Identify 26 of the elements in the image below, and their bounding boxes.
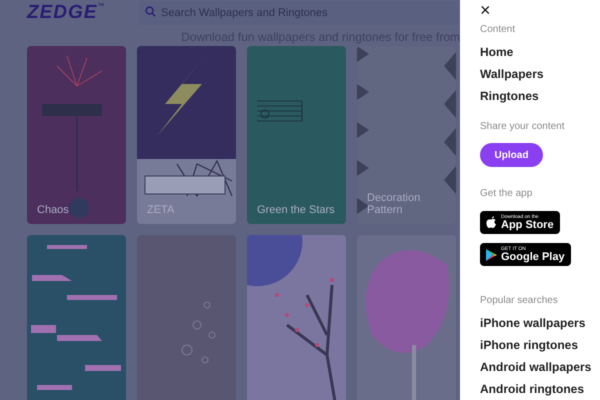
menu-link[interactable]: Home [480,45,514,59]
badge-store-name: App Store [501,220,554,230]
section-heading: Content [480,24,516,36]
bubbles-drawing [182,302,216,364]
wallpaper-card[interactable]: Chaos [27,46,126,224]
wallpaper-title: Decoration Pattern [367,192,422,216]
menu-link[interactable]: Android wallpapers [480,360,592,374]
search-icon [145,6,156,17]
section-heading: Popular searches [480,295,559,307]
apple-icon [486,216,497,229]
wallpaper-card[interactable] [247,235,346,400]
menu-link[interactable]: iPhone wallpapers [480,316,586,330]
menu-link[interactable]: Android ringtones [480,382,584,396]
menu-link[interactable]: Ringtones [480,89,539,103]
wallpaper-title: Green the Stars [257,204,336,216]
music-staff-drawing [256,100,302,122]
upload-button[interactable]: Upload [480,143,543,167]
wallpaper-title: Chaos [37,204,70,216]
section-heading: Get the app [480,188,534,200]
close-button[interactable]: × [480,2,494,18]
moon-drawing [247,235,302,286]
badge-store-name: Google Play [501,252,565,262]
menu-link[interactable]: Wallpapers [480,67,544,81]
section-heading: Share your content [480,121,566,133]
play-store-icon [486,248,497,260]
menu-link[interactable]: iPhone ringtones [480,338,578,352]
